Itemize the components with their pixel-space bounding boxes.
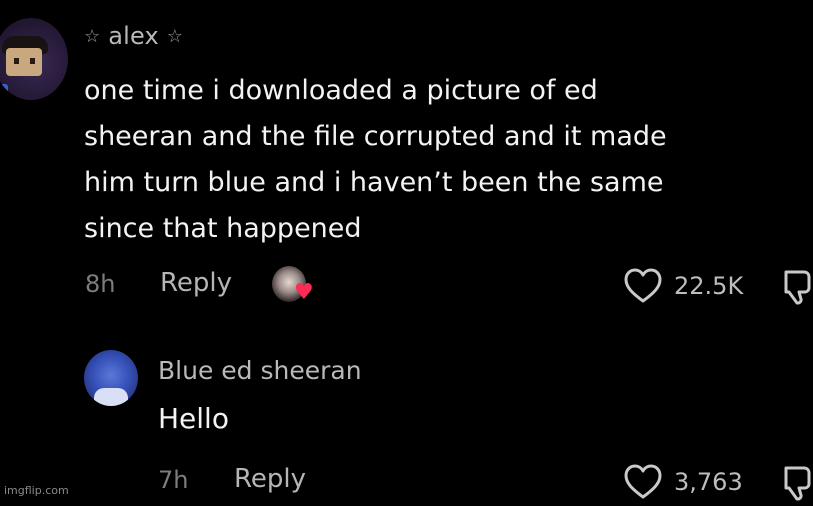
- comment-timestamp: 8h: [85, 270, 116, 298]
- thumbs-down-icon[interactable]: [776, 462, 813, 502]
- heart-outline-icon[interactable]: [622, 266, 664, 306]
- avatar-shirt: [94, 388, 128, 406]
- avatar-eye-right: [30, 58, 35, 64]
- star-icon: ☆: [166, 26, 184, 47]
- reply-text: Hello: [158, 402, 229, 435]
- heart-filled-icon: ♥: [294, 280, 314, 305]
- thumbs-down-icon[interactable]: [776, 266, 813, 306]
- avatar-face: [6, 48, 42, 76]
- avatar-badge: [0, 84, 8, 98]
- comment-avatar[interactable]: [0, 18, 68, 100]
- imgflip-watermark: imgflip.com: [4, 484, 69, 497]
- reply-like-count: 3,763: [674, 468, 743, 496]
- reply-avatar[interactable]: [84, 350, 138, 406]
- comment-username[interactable]: alex: [108, 22, 159, 50]
- comment-reply-button[interactable]: Reply: [160, 268, 232, 298]
- comment-username-row[interactable]: ☆ alex ☆: [84, 22, 183, 50]
- heart-outline-icon[interactable]: [622, 462, 664, 502]
- reply-timestamp: 7h: [158, 466, 189, 494]
- avatar-eye-left: [14, 58, 19, 64]
- comment-like-count: 22.5K: [674, 272, 744, 300]
- reply-username[interactable]: Blue ed sheeran: [158, 356, 362, 385]
- comment-text: one time i downloaded a picture of ed sh…: [84, 75, 667, 244]
- creator-liked-badge: ♥: [272, 266, 320, 308]
- reply-reply-button[interactable]: Reply: [234, 464, 306, 494]
- star-icon: ☆: [84, 26, 101, 47]
